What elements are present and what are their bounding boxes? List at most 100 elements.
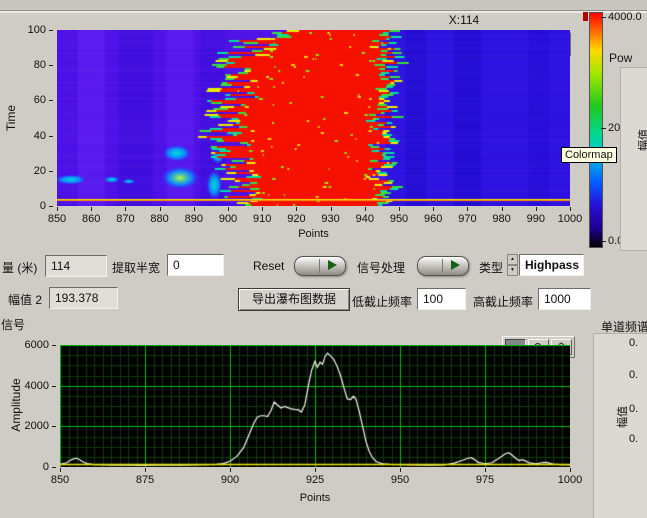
x-tick: 890: [185, 213, 203, 225]
x-tick: 850: [51, 474, 69, 486]
reset-label: Reset: [253, 259, 284, 273]
waterfall-x-axis: 8508608708808909009109209309409509609709…: [57, 207, 570, 227]
x-tick: 975: [476, 474, 494, 486]
y-tick: 0: [43, 461, 49, 473]
low-cutoff-field[interactable]: 100: [417, 288, 466, 310]
x-tick: [262, 207, 263, 211]
x-tick: 870: [116, 213, 134, 225]
x-tick: 930: [321, 213, 339, 225]
x-tick: [91, 207, 92, 211]
spectrum-tick-label: 0.: [629, 337, 638, 349]
signal-x-axis: 8508759009259509751000: [60, 468, 570, 488]
spectrum-y-axis-label: 幅值: [614, 402, 630, 432]
export-waterfall-button[interactable]: 导出瀑布图数据: [238, 288, 350, 311]
x-tick: [228, 207, 229, 211]
x-tick: [433, 207, 434, 211]
x-tick: 950: [390, 213, 408, 225]
x-tick: [60, 468, 61, 472]
colorbar-max-label: 4000.0: [601, 11, 642, 23]
y-tick: [52, 345, 56, 346]
y-tick: [52, 386, 56, 387]
x-tick: [315, 468, 316, 472]
x-tick: [365, 207, 366, 211]
x-tick: [467, 207, 468, 211]
reset-toggle[interactable]: [294, 256, 346, 276]
x-tick: 1000: [558, 213, 582, 225]
x-tick: [570, 468, 571, 472]
x-tick: [194, 207, 195, 211]
y-tick: 0: [40, 200, 46, 212]
y-tick: 40: [34, 130, 46, 142]
colormap-tooltip: Colormap: [561, 147, 617, 163]
x-tick: 940: [356, 213, 374, 225]
filter-type-label: 类型: [479, 259, 503, 276]
x-tick: [331, 207, 332, 211]
power-panel: [620, 67, 647, 251]
y-tick: [49, 171, 53, 172]
x-tick: [502, 207, 503, 211]
x-tick: [400, 468, 401, 472]
x-tick: 900: [219, 213, 237, 225]
amplitude2-field[interactable]: 193.378: [49, 287, 118, 309]
up-arrow-icon: ▲: [507, 254, 518, 265]
cursor-readout: X:114: [438, 13, 490, 27]
filter-type-spinner[interactable]: ▲ ▼: [507, 254, 518, 276]
x-tick: 875: [136, 474, 154, 486]
x-tick: [570, 207, 571, 211]
signal-processing-label: 信号处理: [357, 259, 405, 276]
x-tick: 960: [424, 213, 442, 225]
x-tick: [399, 207, 400, 211]
y-tick: 80: [34, 59, 46, 71]
x-tick: [296, 207, 297, 211]
labview-front-panel: X:114 Time 100806040200 8508608708808909…: [0, 0, 647, 518]
spectrum-tick-label: 0.: [629, 403, 638, 415]
signal-chart-title: 信号: [1, 316, 25, 333]
x-tick: 920: [287, 213, 305, 225]
x-tick: 970: [458, 213, 476, 225]
x-tick: 980: [492, 213, 510, 225]
spectrum-tick-label: 0.: [629, 433, 638, 445]
signal-processing-toggle[interactable]: [417, 256, 469, 276]
x-tick: 950: [391, 474, 409, 486]
toggle-divider: [442, 259, 443, 273]
half-width-field[interactable]: 0: [167, 254, 224, 276]
color-scale-marker[interactable]: [583, 12, 588, 21]
y-tick: [49, 136, 53, 137]
y-tick: 4000: [25, 380, 49, 392]
waterfall-x-axis-label: Points: [57, 228, 570, 240]
y-tick: 100: [28, 24, 46, 36]
y-tick: 60: [34, 94, 46, 106]
high-cutoff-label: 高截止频率: [473, 293, 533, 310]
play-arrow-icon: [328, 260, 337, 270]
x-tick: [230, 468, 231, 472]
waterfall-plot[interactable]: [57, 30, 570, 206]
x-tick: 925: [306, 474, 324, 486]
x-tick: 850: [48, 213, 66, 225]
power-panel-y-label: 幅值: [635, 127, 647, 153]
x-tick: [125, 207, 126, 211]
y-tick: [49, 30, 53, 31]
high-cutoff-field[interactable]: 1000: [538, 288, 591, 310]
waterfall-y-axis: 100806040200: [9, 30, 53, 206]
distance-label: 量 (米): [2, 259, 37, 276]
y-tick: [49, 206, 53, 207]
signal-y-axis: 6000400020000: [12, 345, 56, 467]
play-arrow-icon: [451, 260, 460, 270]
y-tick: [52, 426, 56, 427]
window-top-strip: [0, 0, 647, 11]
y-tick: 2000: [25, 420, 49, 432]
spectrum-tick-label: 0.: [629, 369, 638, 381]
x-tick: 1000: [558, 474, 582, 486]
filter-type-field[interactable]: Highpass: [519, 254, 584, 276]
power-panel-heading: Pow: [609, 51, 632, 65]
x-tick: 910: [253, 213, 271, 225]
x-tick: [57, 207, 58, 211]
distance-field[interactable]: 114: [45, 255, 107, 277]
half-width-label: 提取半宽: [112, 259, 160, 276]
signal-plot[interactable]: [60, 345, 570, 467]
y-tick: 6000: [25, 339, 49, 351]
y-tick: [52, 467, 56, 468]
signal-x-axis-label: Points: [60, 492, 570, 504]
toggle-divider: [319, 259, 320, 273]
x-tick: [485, 468, 486, 472]
